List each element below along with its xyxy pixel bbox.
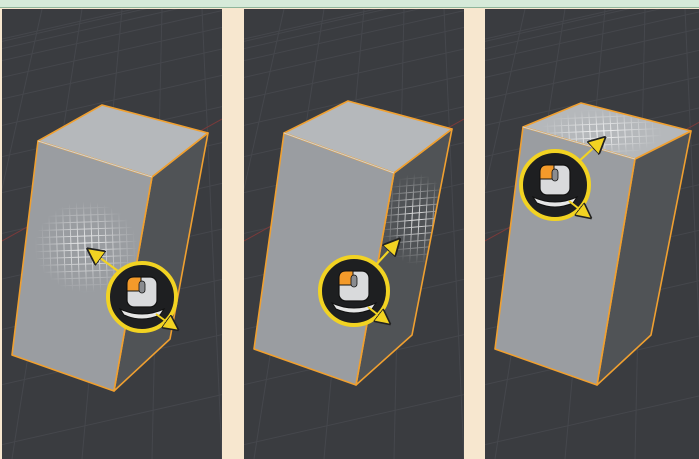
viewport-panel-side-face[interactable] xyxy=(244,9,464,459)
mouse-left-button-icon xyxy=(318,255,388,327)
mouse-left-button-icon xyxy=(106,261,176,333)
viewport-scene xyxy=(244,9,464,459)
viewport-panel-front-face[interactable] xyxy=(2,9,222,459)
mouse-left-button-icon xyxy=(519,149,589,221)
viewport-scene xyxy=(2,9,222,459)
viewport-panel-top-face[interactable] xyxy=(485,9,699,459)
viewport-scene xyxy=(485,9,699,459)
top-bar xyxy=(0,0,699,8)
